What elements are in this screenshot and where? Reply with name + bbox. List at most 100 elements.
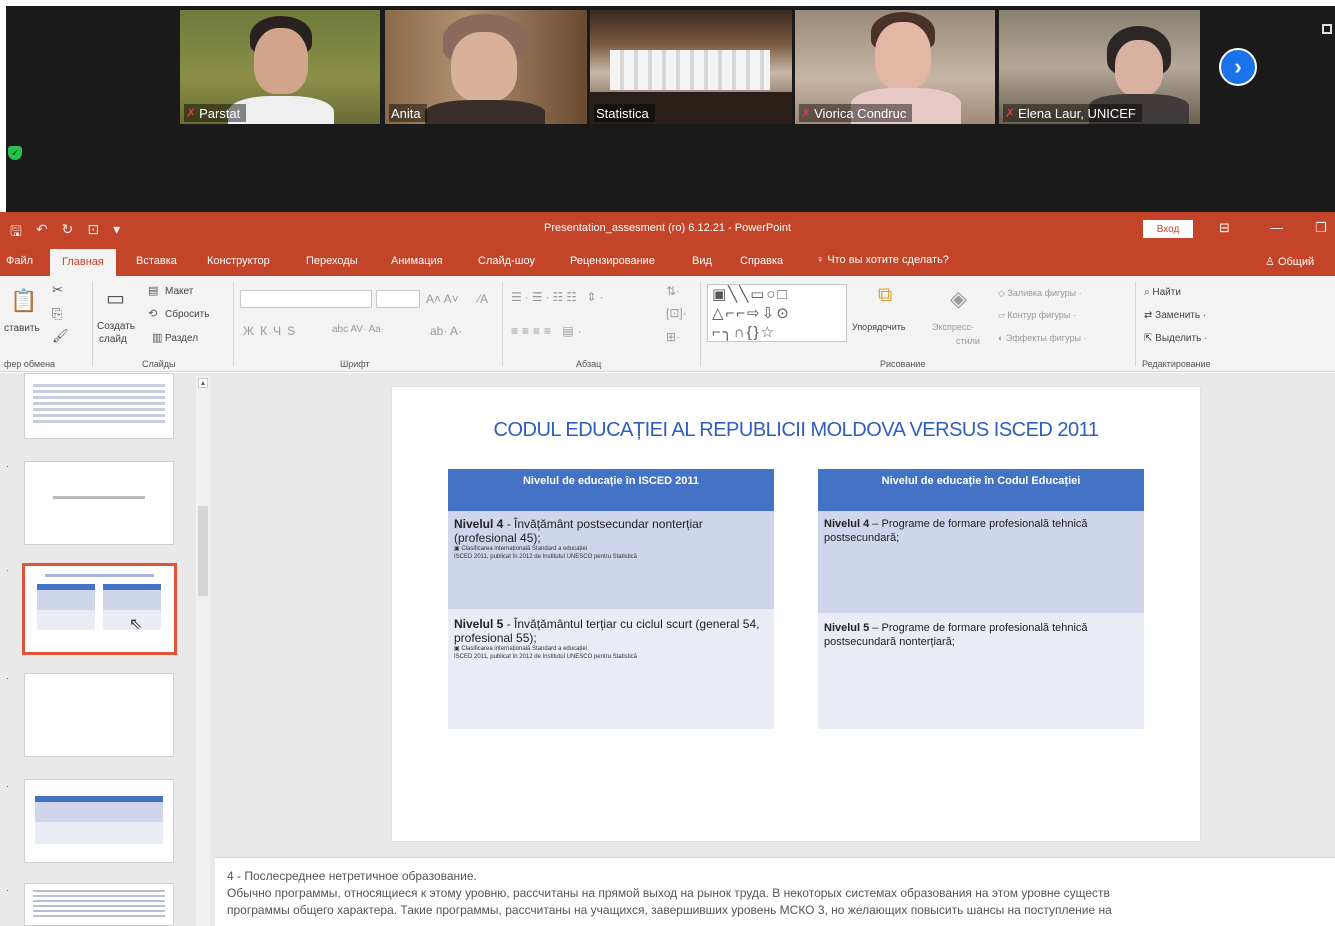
shape-effects-button[interactable]: ◐ Эффекты фигуры ·: [998, 333, 1086, 343]
arrange-icon[interactable]: ⧉: [878, 284, 892, 307]
ribbon-separator: [92, 282, 93, 366]
signin-button[interactable]: Вход: [1143, 220, 1193, 238]
slide-thumbnail[interactable]: [24, 461, 174, 545]
paragraph-group-label: Абзац: [576, 359, 602, 369]
shape-fill-button[interactable]: ◇ Заливка фигуры ·: [998, 288, 1082, 299]
new-slide-icon[interactable]: ▭: [106, 286, 125, 311]
next-participants-button[interactable]: ›: [1219, 48, 1257, 86]
thumbnail-preview: [35, 796, 163, 844]
format-painter-icon[interactable]: 🖌: [52, 328, 69, 344]
ribbon-display-options-icon[interactable]: ⊟: [1219, 220, 1230, 236]
slide-number: ·: [6, 673, 9, 683]
align-text-icon[interactable]: [⊡]·: [666, 306, 687, 320]
minimize-icon[interactable]: —: [1270, 220, 1283, 235]
new-slide-label-2[interactable]: слайд: [99, 334, 127, 345]
tab-file[interactable]: Файл: [6, 255, 33, 267]
muted-mic-icon: ✗: [1005, 106, 1016, 120]
table-cell: Nivelul 5 – Programe de formare profesio…: [818, 613, 1144, 729]
participant-tile-viorica-condruc[interactable]: ✗ Viorica Condruc: [795, 10, 995, 124]
slide-thumbnail[interactable]: [24, 883, 174, 926]
mouse-cursor-icon: ⇖: [129, 616, 143, 633]
room-curtain: [610, 50, 770, 90]
participant-tile-elena-laur[interactable]: ✗ Elena Laur, UNICEF: [999, 10, 1200, 124]
restore-icon[interactable]: ❐: [1315, 220, 1327, 236]
list-icons[interactable]: ☰·☰·☷☷ ⇕·: [511, 290, 606, 304]
quick-styles-label-2[interactable]: стили: [956, 336, 980, 346]
table-cell: Nivelul 4 – Programe de formare profesio…: [818, 511, 1144, 613]
share-button[interactable]: ♙ Общий: [1265, 255, 1314, 268]
ribbon-separator: [502, 282, 503, 366]
smartart-icon[interactable]: ⊞·: [666, 330, 680, 344]
clipboard-group-label: фер обмена: [4, 359, 56, 369]
find-button[interactable]: ⌕ Найти: [1144, 287, 1181, 298]
text-direction-icon[interactable]: ⇅·: [666, 284, 680, 298]
participant-tile-anita[interactable]: Anita: [385, 10, 587, 124]
quick-styles-icon[interactable]: ◈: [950, 286, 967, 312]
person-icon: ♙: [1265, 256, 1275, 268]
tab-slideshow[interactable]: Слайд-шоу: [478, 255, 535, 267]
thumbnail-title: [45, 574, 154, 577]
slide-thumbnail[interactable]: [24, 779, 174, 863]
tab-animations[interactable]: Анимация: [391, 255, 443, 267]
layout-button[interactable]: Макет: [165, 286, 193, 297]
slide-thumbnail-selected[interactable]: ⇖: [22, 563, 177, 655]
paste-button-label[interactable]: ставить: [4, 323, 40, 334]
tab-review[interactable]: Рецензирование: [570, 255, 655, 267]
shapes-gallery[interactable]: ▣╲╲▭○□ △⌐⌐⇨⇩⊙ ⌐╮∩{}☆: [707, 284, 847, 342]
search-icon: ⌕: [1144, 287, 1150, 298]
tab-view[interactable]: Вид: [692, 255, 712, 267]
tab-transitions[interactable]: Переходы: [306, 255, 358, 267]
paste-icon[interactable]: 📋: [10, 288, 37, 314]
slide-thumbnail[interactable]: [24, 673, 174, 757]
participant-name-label: ✗ Parstat: [184, 104, 247, 122]
char-spacing-icon[interactable]: abc AV· Aa·: [332, 324, 384, 335]
video-conference-area: ✗ Parstat Anita Statistica ✗ Viorica Con…: [0, 0, 1335, 212]
muted-mic-icon: ✗: [801, 106, 812, 120]
ribbon-home: 📋 ставить ✂ ⎘ 🖌 фер обмена ▭ Создать сла…: [0, 276, 1335, 372]
cut-icon[interactable]: ✂: [52, 282, 63, 298]
tab-home[interactable]: Главная: [50, 249, 116, 276]
tab-design[interactable]: Конструктор: [207, 255, 270, 267]
thumbnails-scrollbar[interactable]: ▲: [196, 376, 210, 926]
scrollbar-thumb[interactable]: [198, 506, 208, 596]
gallery-view-icon[interactable]: [1322, 24, 1332, 34]
participant-tile-parstat[interactable]: ✗ Parstat: [180, 10, 380, 124]
replace-button[interactable]: ⇄ Заменить ·: [1144, 310, 1206, 321]
drawing-group-label: Рисование: [880, 359, 926, 369]
powerpoint-titlebar: 🖫 ↶ ↻ ⊡ ▾ Presentation_assesment (ro) 6.…: [0, 212, 1335, 246]
table-header: Nivelul de educație în ISCED 2011: [448, 469, 774, 511]
font-style-icons[interactable]: ЖКЧS: [243, 324, 301, 338]
arrange-button[interactable]: Упорядочить: [852, 322, 906, 332]
layout-icon: ▤: [148, 285, 159, 297]
new-slide-label-1[interactable]: Создать: [97, 321, 135, 332]
align-icons[interactable]: ≡≡≡≡ ▤·: [511, 324, 586, 338]
font-color-icon[interactable]: ab· A·: [430, 324, 462, 338]
quick-styles-label-1[interactable]: Экспресс-: [932, 322, 974, 332]
font-name-combo[interactable]: [240, 290, 372, 308]
education-code-table[interactable]: Nivelul de educație în Codul Educației N…: [818, 469, 1144, 729]
slide-thumbnail[interactable]: [24, 373, 174, 439]
reset-button[interactable]: Сбросить: [165, 309, 209, 320]
font-size-combo[interactable]: [376, 290, 420, 308]
shape-outline-button[interactable]: ▱ Контур фигуры ·: [998, 310, 1076, 321]
cursor-icon: ⇱: [1144, 333, 1153, 344]
speaker-notes[interactable]: 4 - Послесреднее нетретичное образование…: [215, 857, 1335, 926]
tell-me-search[interactable]: ♀ Что вы хотите сделать?: [816, 254, 949, 266]
section-button[interactable]: Раздел: [165, 333, 198, 344]
security-shield-icon[interactable]: ✓: [8, 146, 22, 160]
tab-help[interactable]: Справка: [740, 255, 783, 267]
slide-canvas[interactable]: CODUL EDUCAȚIEI AL REPUBLICII MOLDOVA VE…: [392, 387, 1200, 841]
slide-title[interactable]: CODUL EDUCAȚIEI AL REPUBLICII MOLDOVA VE…: [392, 419, 1200, 442]
isced-table[interactable]: Nivelul de educație în ISCED 2011 Nivelu…: [448, 469, 774, 729]
participant-tile-statistica[interactable]: Statistica: [590, 10, 792, 124]
tab-insert[interactable]: Вставка: [136, 255, 177, 267]
thumbnail-table-left: [37, 584, 95, 630]
thumbnail-preview: [53, 496, 145, 499]
thumbnail-preview: [33, 384, 165, 424]
font-grow-icon[interactable]: A˄ A˅: [426, 292, 459, 306]
clear-format-icon[interactable]: ⁄A: [478, 292, 488, 306]
copy-icon[interactable]: ⎘: [52, 306, 62, 322]
select-button[interactable]: ⇱ Выделить ·: [1144, 333, 1207, 344]
ribbon-separator: [233, 282, 234, 366]
scroll-up-icon[interactable]: ▲: [198, 378, 208, 388]
